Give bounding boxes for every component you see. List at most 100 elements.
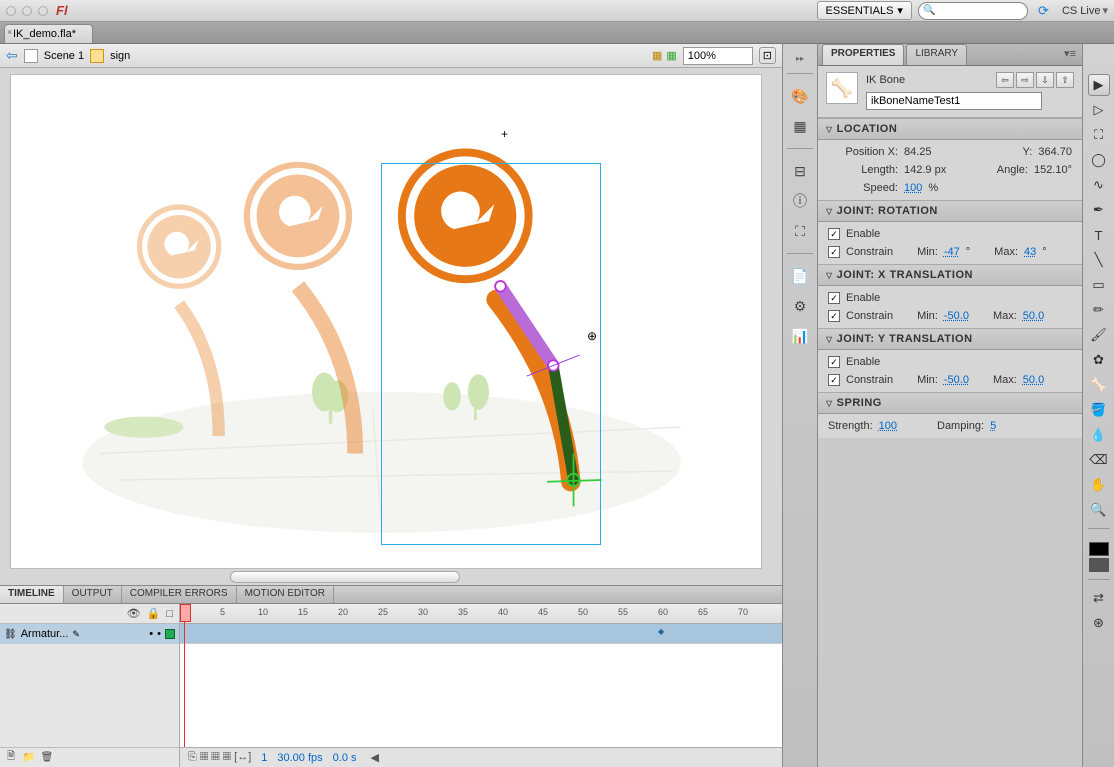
panel-menu-icon[interactable]: ▾≡ xyxy=(1058,44,1082,65)
brush-tool[interactable]: 🖌 xyxy=(1088,324,1110,346)
eye-icon[interactable]: 👁 xyxy=(127,607,141,620)
xtrans-enable-checkbox[interactable]: ✓ xyxy=(828,292,840,304)
layer-color[interactable] xyxy=(165,629,175,639)
zoom-tool[interactable]: 🔍 xyxy=(1088,499,1110,521)
back-icon[interactable]: ⇦ xyxy=(6,47,18,64)
tab-library[interactable]: LIBRARY xyxy=(906,44,967,65)
line-tool[interactable]: ╲ xyxy=(1088,249,1110,271)
stage-fit-icon[interactable]: ⊡ xyxy=(759,47,776,64)
prev-sibling-icon[interactable]: ⇦ xyxy=(996,72,1014,88)
spring-strength-value[interactable]: 100 xyxy=(879,420,897,432)
zoom-window[interactable] xyxy=(38,6,48,16)
edit-scene-icon[interactable]: ▦ xyxy=(652,49,662,62)
3d-rotation-tool[interactable]: ◯ xyxy=(1088,149,1110,171)
stage-scrollbar[interactable] xyxy=(230,571,460,583)
bone-name-input[interactable] xyxy=(866,92,1042,110)
edit-symbol-icon[interactable]: ▦ xyxy=(666,49,676,62)
color-panel-icon[interactable]: 🎨 xyxy=(788,84,812,108)
align-panel-icon[interactable]: ⊟ xyxy=(788,159,812,183)
workspace-switcher[interactable]: ESSENTIALS ▾ xyxy=(817,1,912,20)
outline-icon[interactable]: □ xyxy=(166,608,173,620)
playhead[interactable] xyxy=(184,604,185,747)
parent-icon[interactable]: ⇧ xyxy=(1056,72,1074,88)
transform-panel-icon[interactable]: ⛶ xyxy=(788,219,812,243)
dot-icon[interactable]: • xyxy=(157,628,161,640)
rotation-enable-checkbox[interactable]: ✓ xyxy=(828,228,840,240)
scene-label[interactable]: Scene 1 xyxy=(44,50,84,62)
bone-tool[interactable]: 🦴 xyxy=(1088,374,1110,396)
current-frame[interactable]: 1 xyxy=(261,752,267,764)
paint-bucket-tool[interactable]: 🪣 xyxy=(1088,399,1110,421)
refresh-icon[interactable]: ⟳ xyxy=(1038,3,1054,19)
onion-icons[interactable]: ⎘ ▦ ▦ ▦ [↔] xyxy=(188,751,251,764)
tab-output[interactable]: OUTPUT xyxy=(64,586,122,603)
stroke-color[interactable] xyxy=(1089,542,1109,556)
tab-timeline[interactable]: TIMELINE xyxy=(0,586,64,603)
selection-tool[interactable]: ▶ xyxy=(1088,74,1110,96)
ytrans-min-value[interactable]: -50.0 xyxy=(944,374,969,386)
close-icon[interactable]: × xyxy=(7,27,17,37)
new-layer-button[interactable]: 🗎 xyxy=(4,750,18,764)
xtrans-max-value[interactable]: 50.0 xyxy=(1023,310,1044,322)
code-snippets-icon[interactable]: 📄 xyxy=(788,264,812,288)
fps-value[interactable]: 30.00 fps xyxy=(277,752,322,764)
motion-presets-icon[interactable]: 📊 xyxy=(788,324,812,348)
frame-area[interactable]: 1 5 10 15 20 25 30 35 40 45 50 55 60 65 xyxy=(180,604,782,767)
components-icon[interactable]: ⚙ xyxy=(788,294,812,318)
frame-track[interactable] xyxy=(180,624,782,644)
speed-value[interactable]: 100 xyxy=(904,182,922,194)
ytrans-constrain-checkbox[interactable]: ✓ xyxy=(828,374,840,386)
dot-icon[interactable]: • xyxy=(149,628,153,640)
ytrans-max-value[interactable]: 50.0 xyxy=(1023,374,1044,386)
tab-compiler-errors[interactable]: COMPILER ERRORS xyxy=(122,586,237,603)
new-folder-button[interactable]: 📁 xyxy=(22,750,36,764)
window-controls[interactable] xyxy=(6,6,48,16)
rotation-constrain-checkbox[interactable]: ✓ xyxy=(828,246,840,258)
info-panel-icon[interactable]: ⓘ xyxy=(788,189,812,213)
swap-colors-icon[interactable]: ⇄ xyxy=(1088,587,1110,609)
free-transform-tool[interactable]: ⛶ xyxy=(1088,124,1110,146)
next-sibling-icon[interactable]: ⇨ xyxy=(1016,72,1034,88)
layer-row[interactable]: ⛓ Armatur... ✎ • • xyxy=(0,624,179,644)
snap-icon[interactable]: ⊛ xyxy=(1088,612,1110,634)
eraser-tool[interactable]: ⌫ xyxy=(1088,449,1110,471)
rectangle-tool[interactable]: ▭ xyxy=(1088,274,1110,296)
stage-canvas[interactable]: + ⊕ xyxy=(10,74,762,569)
text-tool[interactable]: T xyxy=(1088,224,1110,246)
pen-tool[interactable]: ✒ xyxy=(1088,199,1110,221)
section-location[interactable]: ▽LOCATION xyxy=(818,118,1082,140)
document-tab[interactable]: × IK_demo.fla* xyxy=(4,24,93,43)
xtrans-min-value[interactable]: -50.0 xyxy=(944,310,969,322)
section-rotation[interactable]: ▽JOINT: ROTATION xyxy=(818,200,1082,222)
ytrans-enable-checkbox[interactable]: ✓ xyxy=(828,356,840,368)
swatches-panel-icon[interactable]: ▦ xyxy=(788,114,812,138)
search-input[interactable]: 🔍 xyxy=(918,2,1028,20)
pencil-tool[interactable]: ✏ xyxy=(1088,299,1110,321)
section-y-translation[interactable]: ▽JOINT: Y TRANSLATION xyxy=(818,328,1082,350)
close-window[interactable] xyxy=(6,6,16,16)
tab-properties[interactable]: PROPERTIES xyxy=(822,44,904,65)
delete-layer-button[interactable]: 🗑 xyxy=(40,750,54,764)
tab-motion-editor[interactable]: MOTION EDITOR xyxy=(237,586,334,603)
spring-damping-value[interactable]: 5 xyxy=(990,420,996,432)
rotation-min-value[interactable]: -47 xyxy=(944,246,960,258)
cslive-button[interactable]: CS Live ▾ xyxy=(1062,4,1108,17)
lasso-tool[interactable]: ∿ xyxy=(1088,174,1110,196)
zoom-select[interactable] xyxy=(683,47,753,65)
frame-ruler[interactable]: 1 5 10 15 20 25 30 35 40 45 50 55 60 65 xyxy=(180,604,782,624)
stage-area[interactable]: + ⊕ xyxy=(0,68,782,585)
lock-icon[interactable]: 🔒 xyxy=(147,607,161,620)
eyedropper-tool[interactable]: 💧 xyxy=(1088,424,1110,446)
fill-color[interactable] xyxy=(1089,558,1109,572)
hand-tool[interactable]: ✋ xyxy=(1088,474,1110,496)
scroll-left-icon[interactable]: ◀ xyxy=(371,751,379,764)
section-x-translation[interactable]: ▽JOINT: X TRANSLATION xyxy=(818,264,1082,286)
subselection-tool[interactable]: ▷ xyxy=(1088,99,1110,121)
section-spring[interactable]: ▽SPRING xyxy=(818,392,1082,414)
xtrans-constrain-checkbox[interactable]: ✓ xyxy=(828,310,840,322)
child-icon[interactable]: ⇩ xyxy=(1036,72,1054,88)
rotation-max-value[interactable]: 43 xyxy=(1024,246,1036,258)
minimize-window[interactable] xyxy=(22,6,32,16)
symbol-label[interactable]: sign xyxy=(110,50,130,62)
deco-tool[interactable]: ✿ xyxy=(1088,349,1110,371)
